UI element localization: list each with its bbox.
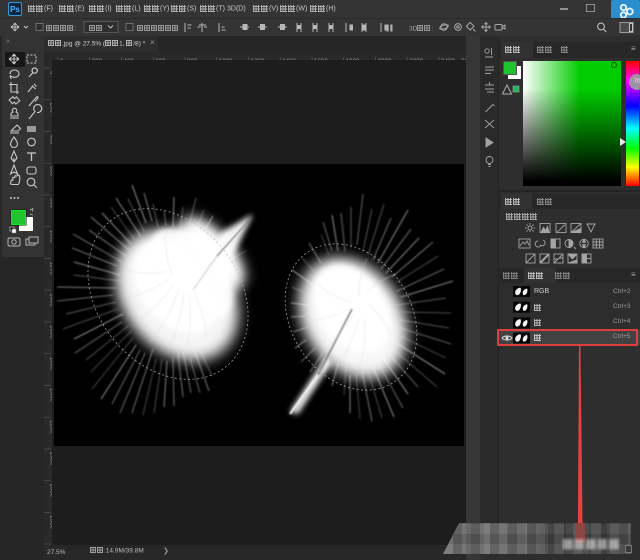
svg-text:«: «: [6, 38, 10, 45]
